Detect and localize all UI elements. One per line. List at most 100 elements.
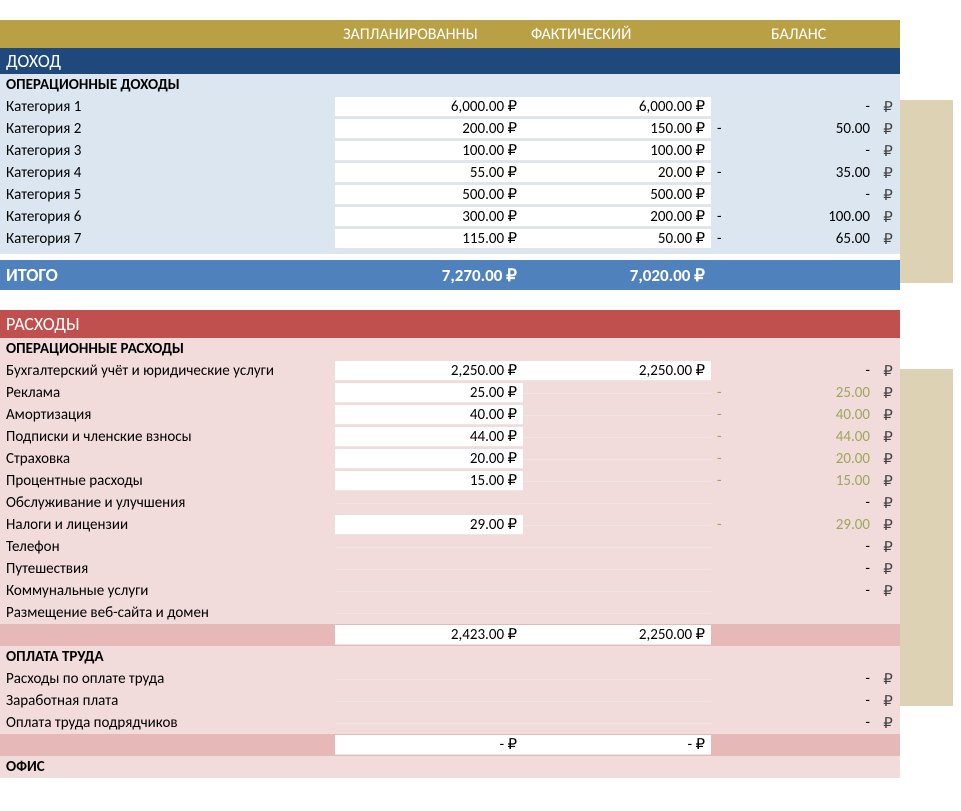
- cell-actual[interactable]: 50.00 ₽: [523, 229, 711, 249]
- cell-planned[interactable]: 40.00 ₽: [335, 405, 523, 425]
- cell-planned[interactable]: [335, 701, 523, 702]
- income-row: Категория 2200.00 ₽150.00 ₽-50.00₽: [0, 118, 900, 140]
- cell-balance: -: [741, 494, 876, 512]
- cell-planned[interactable]: 300.00 ₽: [335, 207, 523, 227]
- row-label: Реклама: [0, 384, 335, 402]
- cell-balance: -: [741, 714, 876, 732]
- currency-symbol: ₽: [876, 538, 900, 557]
- expense-section: ОПЕРАЦИОННЫЕ РАСХОДЫБухгалтерский учёт и…: [0, 338, 900, 646]
- decorative-side: [900, 100, 953, 283]
- cell-actual[interactable]: [523, 481, 711, 482]
- currency-symbol: ₽: [876, 428, 900, 447]
- cell-actual[interactable]: 2,250.00 ₽: [523, 361, 711, 381]
- currency-symbol: ₽: [876, 670, 900, 689]
- cell-balance: -: [741, 692, 876, 710]
- cell-actual[interactable]: [523, 459, 711, 460]
- row-label: Расходы по оплате труда: [0, 670, 335, 688]
- cell-planned[interactable]: 44.00 ₽: [335, 427, 523, 447]
- expense-row: Телефон-₽: [0, 536, 900, 558]
- cell-planned[interactable]: [335, 723, 523, 724]
- row-label: Размещение веб-сайта и домен: [0, 604, 335, 622]
- cell-planned[interactable]: [335, 613, 523, 614]
- expense-section-head: ОПЛАТА ТРУДА: [0, 646, 900, 668]
- cell-sign: -: [711, 516, 741, 534]
- expense-row: Подписки и членские взносы44.00 ₽-44.00₽: [0, 426, 900, 448]
- subtotal-actual: - ₽: [523, 735, 711, 755]
- cell-actual[interactable]: [523, 503, 711, 504]
- cell-planned[interactable]: 6,000.00 ₽: [335, 97, 523, 117]
- cell-balance: -: [741, 186, 876, 204]
- cell-planned[interactable]: 20.00 ₽: [335, 449, 523, 469]
- expense-subtotal: - ₽- ₽: [0, 734, 900, 756]
- cell-planned[interactable]: 200.00 ₽: [335, 119, 523, 139]
- expense-row: Путешествия-₽: [0, 558, 900, 580]
- cell-balance: 40.00: [741, 406, 876, 424]
- cell-planned[interactable]: 115.00 ₽: [335, 229, 523, 249]
- cell-balance: 44.00: [741, 428, 876, 446]
- cell-actual[interactable]: 6,000.00 ₽: [523, 97, 711, 117]
- cell-actual[interactable]: 150.00 ₽: [523, 119, 711, 139]
- header-planned: ЗАПЛАНИРОВАННЫ: [335, 25, 523, 44]
- currency-symbol: ₽: [876, 582, 900, 601]
- cell-actual[interactable]: [523, 525, 711, 526]
- cell-actual[interactable]: [523, 415, 711, 416]
- cell-sign: -: [711, 384, 741, 402]
- cell-planned[interactable]: 100.00 ₽: [335, 141, 523, 161]
- cell-planned[interactable]: 500.00 ₽: [335, 185, 523, 205]
- cell-actual[interactable]: 20.00 ₽: [523, 163, 711, 183]
- expense-row: Процентные расходы15.00 ₽-15.00₽: [0, 470, 900, 492]
- subtotal-planned: - ₽: [335, 735, 523, 755]
- income-row: Категория 16,000.00 ₽6,000.00 ₽-₽: [0, 96, 900, 118]
- cell-planned[interactable]: 55.00 ₽: [335, 163, 523, 183]
- cell-actual[interactable]: [523, 437, 711, 438]
- cell-balance: 50.00: [741, 120, 876, 138]
- cell-actual[interactable]: 500.00 ₽: [523, 185, 711, 205]
- cell-balance: -: [741, 538, 876, 556]
- expense-row: Заработная плата-₽: [0, 690, 900, 712]
- cell-planned[interactable]: 15.00 ₽: [335, 471, 523, 491]
- income-total-planned: 7,270.00 ₽: [335, 265, 523, 286]
- cell-planned[interactable]: [335, 503, 523, 504]
- expenses-band: РАСХОДЫ: [0, 310, 900, 338]
- spreadsheet-area: ЗАПЛАНИРОВАННЫ ФАКТИЧЕСКИЙ БАЛАНС ДОХОД …: [0, 0, 900, 778]
- expense-section-head: ОПЕРАЦИОННЫЕ РАСХОДЫ: [0, 338, 900, 360]
- income-total-actual: 7,020.00 ₽: [523, 265, 711, 286]
- cell-planned[interactable]: [335, 569, 523, 570]
- expense-section: ОПЛАТА ТРУДАРасходы по оплате труда-₽Зар…: [0, 646, 900, 756]
- cell-actual[interactable]: [523, 613, 711, 614]
- currency-symbol: ₽: [876, 142, 900, 161]
- cell-sign: -: [711, 120, 741, 138]
- expense-row: Размещение веб-сайта и домен: [0, 602, 900, 624]
- row-label: Категория 1: [0, 98, 335, 116]
- cell-actual[interactable]: 100.00 ₽: [523, 141, 711, 161]
- cell-actual[interactable]: [523, 701, 711, 702]
- cell-actual[interactable]: [523, 547, 711, 548]
- cell-actual[interactable]: 200.00 ₽: [523, 207, 711, 227]
- cell-planned[interactable]: 25.00 ₽: [335, 383, 523, 403]
- cell-actual[interactable]: [523, 393, 711, 394]
- expense-row: Бухгалтерский учёт и юридические услуги2…: [0, 360, 900, 382]
- cell-planned[interactable]: 2,250.00 ₽: [335, 361, 523, 381]
- cell-actual[interactable]: [523, 723, 711, 724]
- expense-section-title: ОПЛАТА ТРУДА: [0, 648, 335, 666]
- income-row: Категория 3100.00 ₽100.00 ₽-₽: [0, 140, 900, 162]
- cell-actual[interactable]: [523, 679, 711, 680]
- cell-sign: -: [711, 208, 741, 226]
- subtotal-actual: 2,250.00 ₽: [523, 625, 711, 645]
- cell-planned[interactable]: [335, 547, 523, 548]
- cell-planned[interactable]: [335, 591, 523, 592]
- row-label: Категория 7: [0, 230, 335, 248]
- currency-symbol: ₽: [876, 120, 900, 139]
- cell-actual[interactable]: [523, 591, 711, 592]
- decorative-side: [900, 369, 953, 706]
- currency-symbol: ₽: [876, 164, 900, 183]
- cell-balance: 65.00: [741, 230, 876, 248]
- cell-planned[interactable]: [335, 679, 523, 680]
- cell-actual[interactable]: [523, 569, 711, 570]
- cell-balance: 35.00: [741, 164, 876, 182]
- expense-row: Коммунальные услуги-₽: [0, 580, 900, 602]
- currency-symbol: ₽: [876, 384, 900, 403]
- cell-planned[interactable]: 29.00 ₽: [335, 515, 523, 535]
- income-total-label: ИТОГО: [0, 264, 335, 286]
- row-label: Категория 3: [0, 142, 335, 160]
